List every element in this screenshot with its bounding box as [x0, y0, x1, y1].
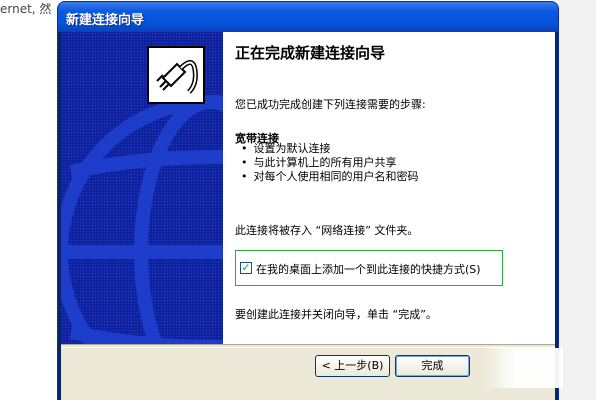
divider [61, 344, 555, 348]
title-bar[interactable]: 新建连接向导 [58, 2, 558, 32]
watermark-fade [483, 348, 563, 388]
finish-hint-text: 要创建此连接并关闭向导，单击 “完成”。 [235, 308, 437, 321]
network-plug-icon [147, 46, 205, 104]
wizard-client-area: 正在完成新建连接向导 您已成功完成创建下列连接需要的步骤: 宽带连接 设置为默认… [61, 32, 563, 400]
page-title: 正在完成新建连接向导 [235, 44, 386, 62]
wizard-window: 新建连接向导 正在完成新建连接向导 您已成功完成创建下列连接需要的步骤: 宽带连… [58, 2, 563, 400]
wizard-side-panel [61, 32, 223, 344]
list-item: 设置为默认连接 [241, 142, 419, 156]
intro-text: 您已成功完成创建下列连接需要的步骤: [235, 98, 426, 111]
back-button[interactable]: < 上一步(B) [315, 355, 390, 377]
window-title: 新建连接向导 [66, 13, 145, 28]
shortcut-option: ✓ 在我的桌面上添加一个到此连接的快捷方式(S) [235, 250, 503, 286]
shortcut-checkbox-label[interactable]: 在我的桌面上添加一个到此连接的快捷方式(S) [256, 261, 481, 277]
save-location-text: 此连接将被存入 “网络连接” 文件夹。 [235, 224, 419, 237]
shortcut-checkbox[interactable]: ✓ [240, 262, 252, 274]
wizard-content: 正在完成新建连接向导 您已成功完成创建下列连接需要的步骤: 宽带连接 设置为默认… [223, 32, 555, 344]
desktop-background-right [552, 0, 596, 400]
finish-button[interactable]: 完成 [395, 355, 470, 377]
desktop-background: ernet, 然 [0, 0, 62, 400]
list-item: 与此计算机上的所有用户共享 [241, 156, 419, 170]
list-item: 对每个人使用相同的用户名和密码 [241, 170, 419, 184]
steps-list: 设置为默认连接 与此计算机上的所有用户共享 对每个人使用相同的用户名和密码 [241, 142, 419, 184]
background-text: ernet, 然 [0, 2, 52, 16]
